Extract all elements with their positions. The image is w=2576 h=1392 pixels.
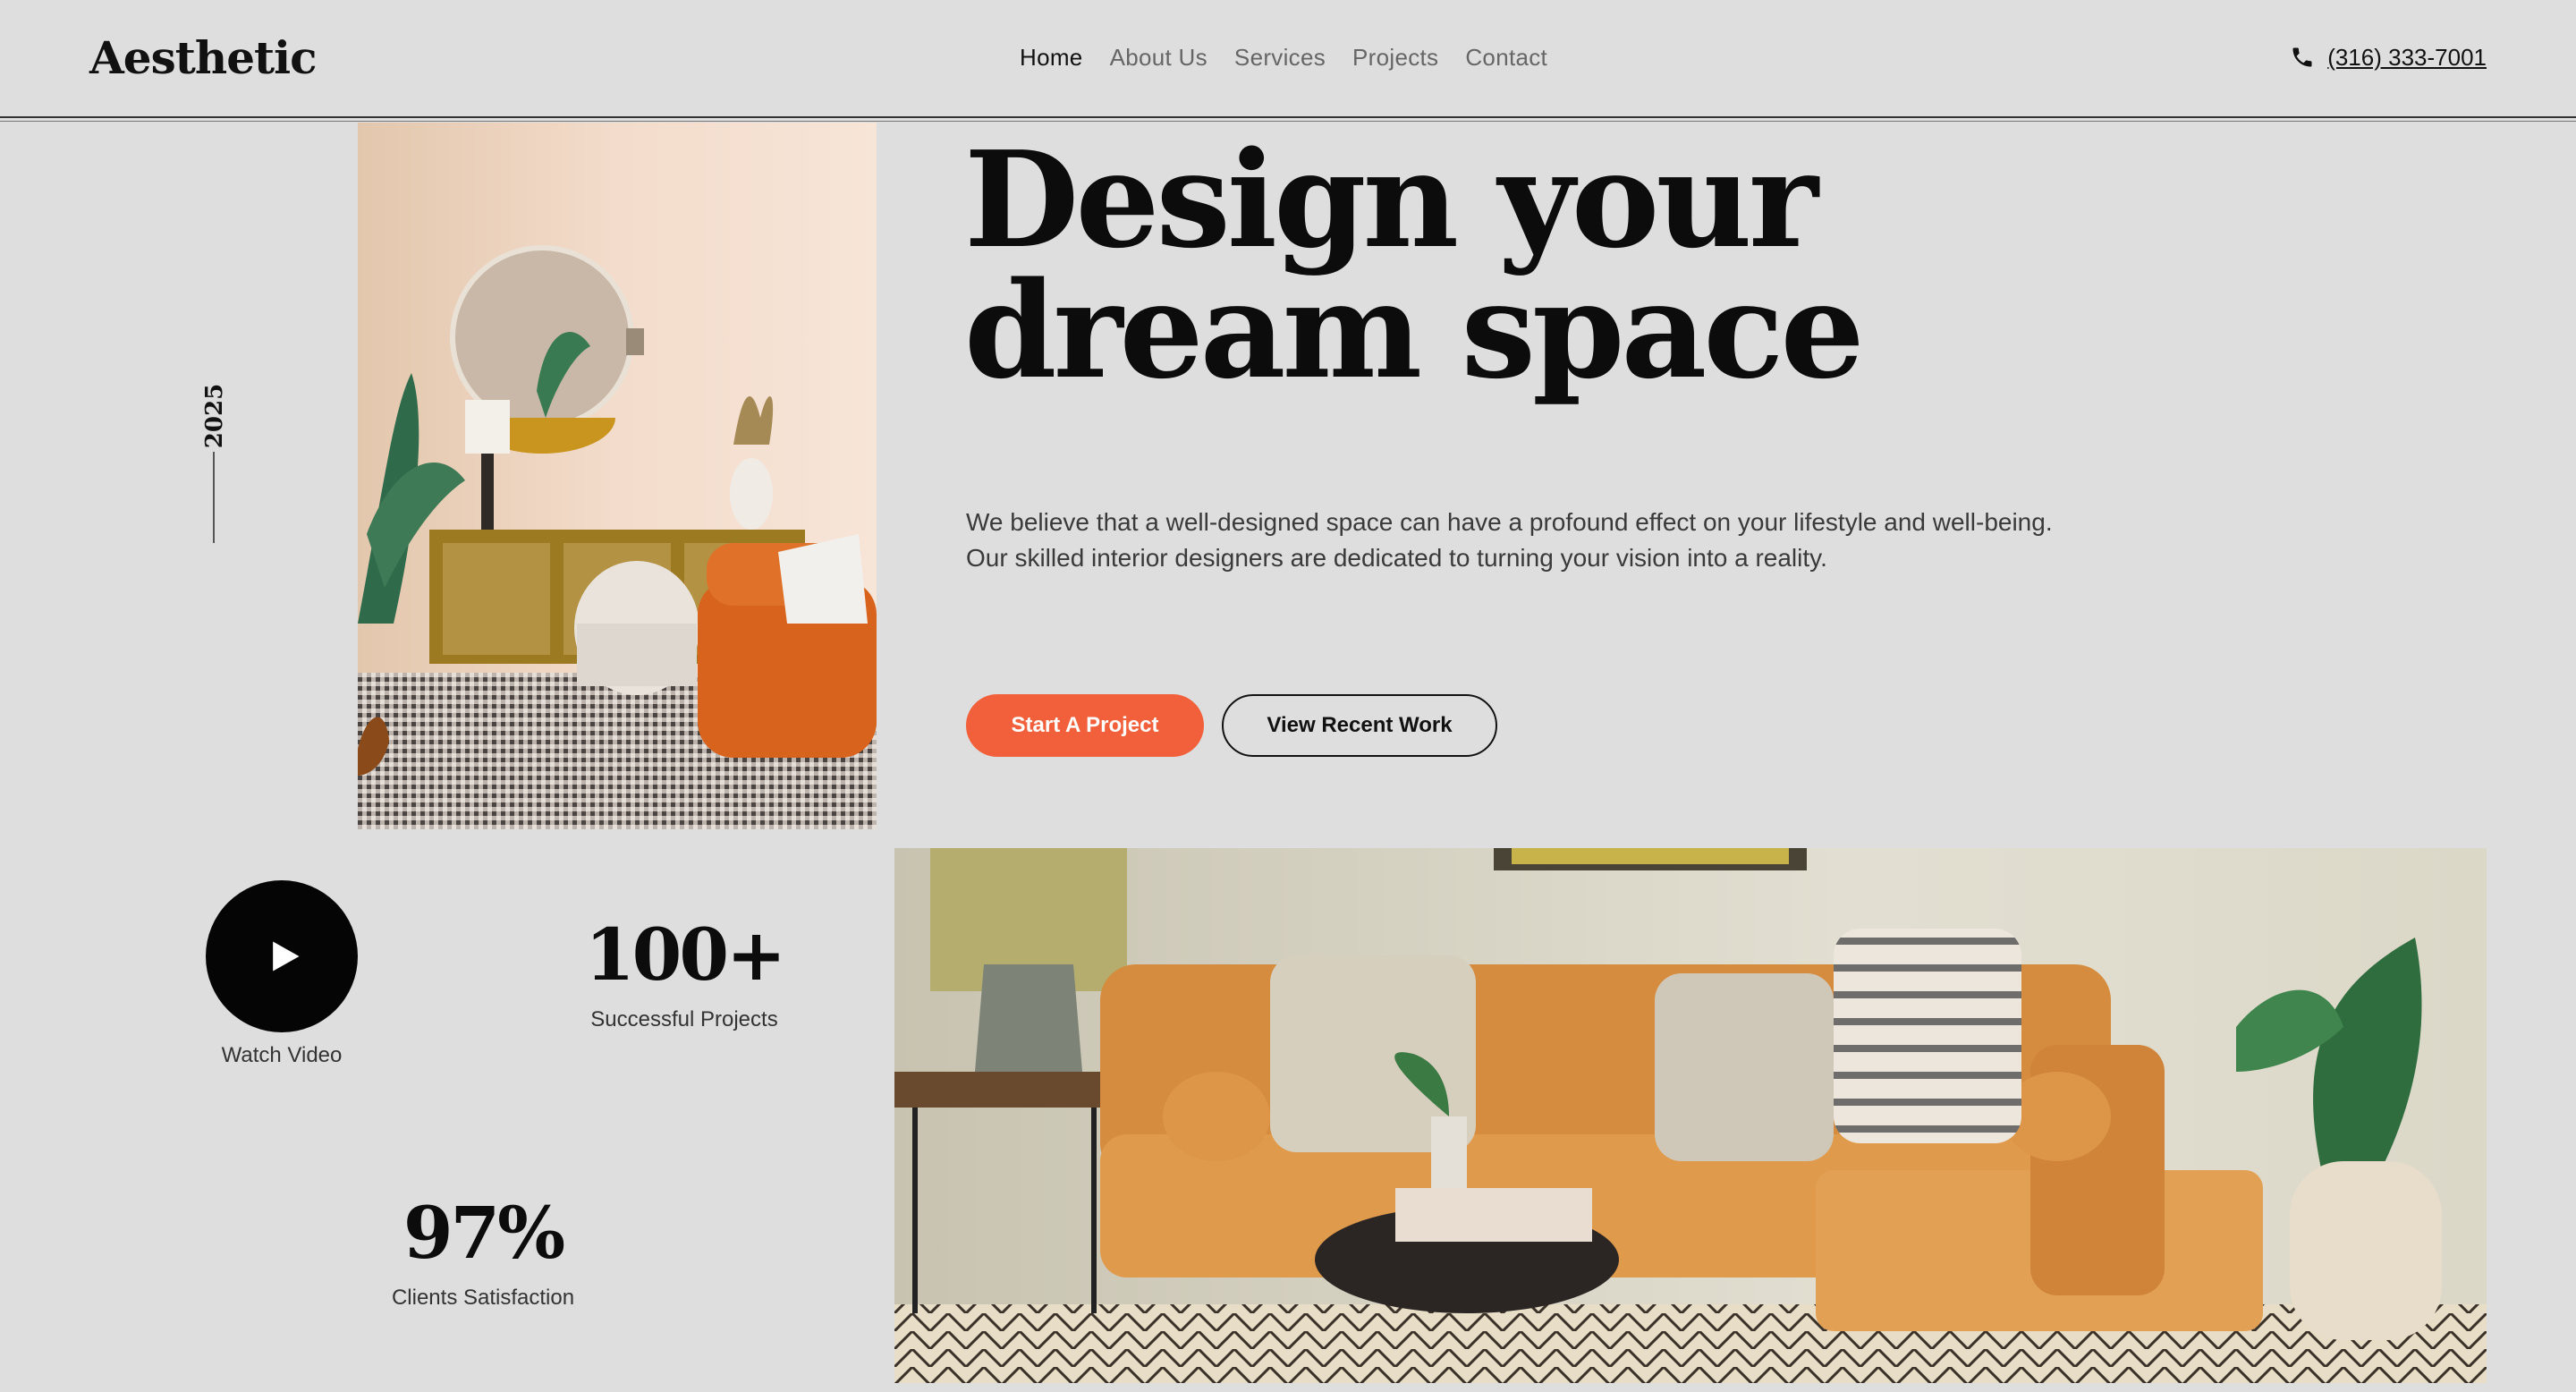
year-label: 2025 bbox=[199, 383, 231, 449]
main-nav: Home About Us Services Projects Contact bbox=[1020, 39, 1547, 75]
watch-video-label: Watch Video bbox=[221, 1043, 343, 1067]
play-video-button[interactable] bbox=[206, 880, 358, 1032]
nav-contact[interactable]: Contact bbox=[1465, 39, 1547, 75]
header-phone: (316) 333-7001 bbox=[2290, 39, 2487, 75]
living-room-photo bbox=[358, 123, 877, 829]
hero-headline: Design your dream space bbox=[964, 133, 1865, 396]
start-project-button[interactable]: Start A Project bbox=[966, 694, 1204, 757]
year-line bbox=[213, 452, 215, 543]
phone-link[interactable]: (316) 333-7001 bbox=[2327, 39, 2487, 75]
hero-description: We believe that a well-designed space ca… bbox=[966, 505, 2156, 576]
sofa-photo bbox=[894, 848, 2487, 1383]
play-icon bbox=[273, 941, 300, 972]
view-recent-work-button[interactable]: View Recent Work bbox=[1222, 694, 1497, 757]
living-room-illustration bbox=[358, 123, 877, 829]
headline-line-2: dream space bbox=[964, 252, 1865, 408]
sofa-illustration bbox=[894, 848, 2487, 1383]
header-divider bbox=[0, 116, 2576, 118]
projects-stat-label: Successful Projects bbox=[590, 1007, 778, 1031]
nav-home[interactable]: Home bbox=[1020, 39, 1083, 75]
description-line-1: We believe that a well-designed space ca… bbox=[966, 508, 2053, 536]
satisfaction-stat-label: Clients Satisfaction bbox=[391, 1286, 575, 1310]
year-text: 2025 bbox=[201, 383, 228, 449]
projects-stat-value: 100+ bbox=[584, 912, 786, 997]
satisfaction-stat-value: 97% bbox=[402, 1191, 565, 1275]
nav-projects[interactable]: Projects bbox=[1352, 39, 1438, 75]
nav-services[interactable]: Services bbox=[1234, 39, 1326, 75]
nav-about-us[interactable]: About Us bbox=[1110, 39, 1208, 75]
phone-icon bbox=[2292, 47, 2312, 67]
site-logo[interactable]: Aesthetic bbox=[89, 27, 318, 89]
description-line-2: Our skilled interior designers are dedic… bbox=[966, 544, 1827, 572]
